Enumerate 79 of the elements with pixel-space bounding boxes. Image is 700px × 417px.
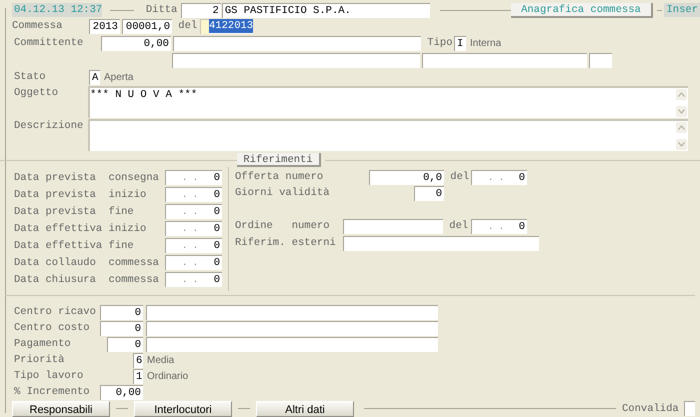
field-label: Data effettiva inizio (14, 222, 148, 236)
choice-description: Ordinario (147, 370, 188, 384)
field-label: del (449, 170, 470, 184)
date-field[interactable]: . . 0 (471, 218, 527, 234)
input-field[interactable]: 0,0 (369, 170, 444, 184)
field-label: Data prevista consegna (14, 170, 160, 184)
tab[interactable]: Riferimenti (237, 153, 321, 167)
date-field[interactable]: . . 0 (165, 204, 222, 219)
input-field[interactable] (589, 52, 612, 68)
input-field[interactable]: 0,00 (100, 384, 143, 400)
scroll-down-button[interactable] (676, 139, 687, 150)
input-field[interactable] (146, 336, 438, 352)
field-label: Centro costo (14, 321, 91, 335)
date-field[interactable]: . . 0 (471, 170, 527, 184)
field-label: Tipo (426, 36, 454, 50)
field-label: Commessa (12, 19, 64, 33)
field-label: Ordine numero (235, 219, 331, 233)
input-field[interactable]: 2013 (89, 18, 120, 34)
action-button[interactable]: Responsabili (12, 400, 110, 416)
input-field[interactable]: 00001,0 (122, 18, 172, 34)
input-field[interactable] (146, 304, 438, 320)
field-label: Priorità (14, 353, 66, 367)
field-label: Offerta numero (235, 170, 324, 184)
field-label: Data chiusura commessa (14, 272, 160, 286)
checkbox-label: Convalida (622, 402, 680, 416)
field-label: Tipo lavoro (14, 369, 84, 383)
input-field[interactable]: 6 (133, 352, 143, 368)
text-area[interactable]: *** N U O V A *** (88, 86, 688, 118)
date-field[interactable]: . . 0 (165, 238, 222, 253)
input-field[interactable]: 0 (100, 320, 143, 336)
field-label: del (448, 219, 470, 233)
date-field[interactable]: . . 0 (165, 170, 222, 185)
mode-indicator: Inser (664, 3, 700, 17)
field-label: del (177, 19, 198, 33)
field-label: Data effettiva fine (14, 238, 135, 252)
date-field[interactable]: . . 0 (165, 272, 222, 287)
input-field[interactable] (173, 36, 421, 50)
input-field[interactable] (146, 320, 438, 336)
input-field[interactable] (343, 218, 443, 234)
input-field[interactable]: 0 (414, 186, 444, 200)
choice-description: Media (147, 354, 174, 368)
field-label: Stato (14, 70, 47, 84)
input-field[interactable]: 1 (133, 368, 143, 384)
field-label: Pagamento (14, 337, 72, 351)
input-field[interactable]: 0 (107, 336, 143, 352)
action-button[interactable]: Altri dati (256, 400, 354, 416)
field-label: Ditta (146, 3, 178, 17)
field-label: Descrizione (14, 119, 84, 133)
scroll-up-button[interactable] (676, 122, 687, 133)
input-field[interactable]: 0,00 (101, 36, 171, 50)
timestamp-label: 04.12.13 12:37 (12, 3, 102, 17)
field-label: Centro ricavo (14, 305, 97, 319)
input-field[interactable]: 2 (180, 2, 221, 18)
field-label: Data collaudo commessa (14, 256, 160, 270)
field-label: Data prevista fine (14, 204, 135, 218)
scroll-down-button[interactable] (676, 106, 687, 117)
scroll-up-button[interactable] (676, 89, 687, 100)
text-area[interactable] (88, 119, 688, 151)
field-label: % Incremento (14, 385, 91, 399)
input-field[interactable]: A (89, 70, 100, 84)
input-field[interactable]: I (454, 36, 466, 50)
date-field[interactable]: . . 0 (165, 255, 222, 270)
type-description: Interna (470, 36, 502, 50)
input-field[interactable]: 0 (100, 304, 143, 320)
input-field[interactable] (343, 236, 539, 250)
date-field[interactable]: . . 0 (165, 187, 222, 202)
action-button[interactable]: Interlocutori (134, 400, 232, 416)
date-field[interactable]: 4122013 (200, 18, 254, 34)
checkbox[interactable] (684, 401, 695, 416)
input-field[interactable]: GS PASTIFICIO S.P.A. (222, 2, 430, 18)
field-label: Giorni validità (235, 186, 331, 200)
field-label: Data prevista inizio (14, 188, 148, 202)
field-label: Riferim. esterni (235, 236, 337, 250)
input-field[interactable] (422, 52, 587, 68)
input-field[interactable] (172, 52, 420, 68)
date-field[interactable]: . . 0 (165, 221, 222, 236)
field-label: Oggetto (14, 86, 60, 100)
field-label: Committente (14, 36, 84, 50)
status-description: Aperta (104, 70, 134, 84)
